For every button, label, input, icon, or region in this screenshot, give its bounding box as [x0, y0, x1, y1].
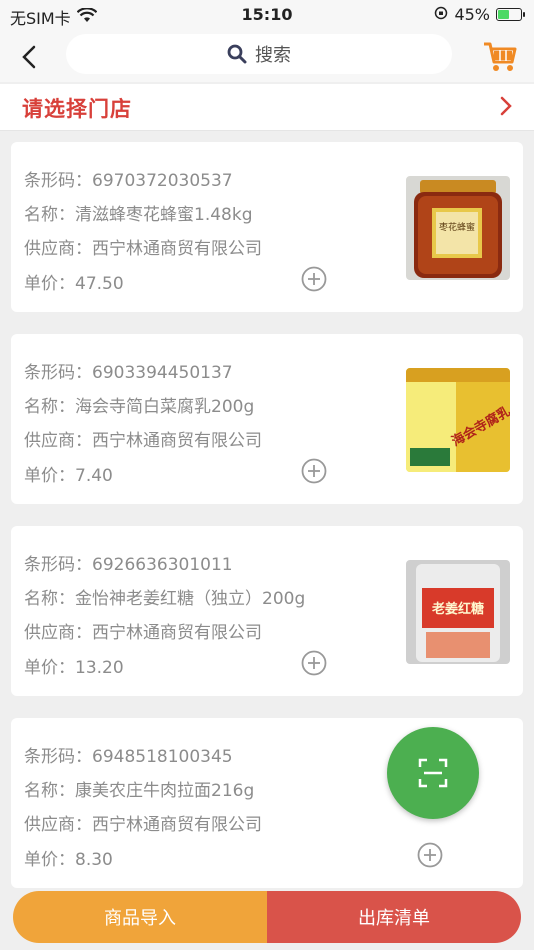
barcode-label: 条形码： [24, 363, 92, 383]
barcode-value: 6970372030537 [92, 171, 233, 191]
price-value: 13.20 [75, 658, 124, 678]
price-label: 单价： [24, 850, 75, 870]
barcode-row: 条形码：6903394450137 [24, 358, 233, 383]
back-button[interactable] [12, 40, 46, 74]
nav-bar: 搜索 [0, 30, 534, 82]
supplier-label: 供应商： [24, 431, 92, 451]
supplier-label: 供应商： [24, 239, 92, 259]
barcode-label: 条形码： [24, 747, 92, 767]
price-label: 单价： [24, 274, 75, 294]
product-name: 金怡神老姜红糖（独立）200g [75, 589, 306, 609]
name-label: 名称： [24, 781, 75, 801]
barcode-row: 条形码：6926636301011 [24, 550, 233, 575]
supplier-row: 供应商：西宁林通商贸有限公司 [24, 810, 262, 835]
name-label: 名称： [24, 397, 75, 417]
status-bar: 无SIM卡 15:10 45% [0, 0, 534, 30]
name-label: 名称： [24, 205, 75, 225]
product-image-tofu: 海会寺腐乳 [406, 368, 510, 472]
supplier-row: 供应商：西宁林通商贸有限公司 [24, 234, 262, 259]
product-name: 海会寺简白菜腐乳200g [75, 397, 255, 417]
supplier-value: 西宁林通商贸有限公司 [92, 239, 262, 259]
barcode-value: 6903394450137 [92, 363, 233, 383]
back-chevron-icon [22, 45, 36, 69]
search-label: 搜索 [255, 45, 291, 66]
scan-icon [418, 758, 448, 788]
store-selector-label: 请选择门店 [22, 97, 132, 121]
barcode-value: 6948518100345 [92, 747, 233, 767]
name-label: 名称： [24, 589, 75, 609]
price-row: 单价：7.40 [24, 461, 113, 486]
search-input[interactable]: 搜索 [66, 34, 452, 74]
add-icon[interactable] [417, 842, 443, 868]
barcode-row: 条形码：6970372030537 [24, 166, 233, 191]
product-card: 条形码：6926636301011 名称：金怡神老姜红糖（独立）200g 供应商… [11, 526, 523, 696]
product-card: 条形码：6903394450137 名称：海会寺简白菜腐乳200g 供应商：西宁… [11, 334, 523, 504]
battery-fill [498, 10, 509, 19]
store-selector[interactable]: 请选择门店 [0, 84, 534, 131]
supplier-label: 供应商： [24, 815, 92, 835]
product-card: 条形码：6970372030537 名称：清滋蜂枣花蜂蜜1.48kg 供应商：西… [11, 142, 523, 312]
price-label: 单价： [24, 466, 75, 486]
name-row: 名称：康美农庄牛肉拉面216g [24, 776, 254, 801]
price-row: 单价：13.20 [24, 653, 124, 678]
battery-icon [496, 8, 525, 21]
supplier-value: 西宁林通商贸有限公司 [92, 431, 262, 451]
supplier-value: 西宁林通商贸有限公司 [92, 623, 262, 643]
product-image-sugar: 老姜红糖 [406, 560, 510, 664]
supplier-label: 供应商： [24, 623, 92, 643]
supplier-row: 供应商：西宁林通商贸有限公司 [24, 618, 262, 643]
product-image-honey: 枣花蜂蜜 [406, 176, 510, 280]
chevron-right-icon [500, 96, 512, 116]
search-icon [227, 44, 247, 64]
barcode-value: 6926636301011 [92, 555, 233, 575]
outbound-list-button[interactable]: 出库清单 [267, 891, 521, 943]
barcode-label: 条形码： [24, 555, 92, 575]
price-value: 7.40 [75, 466, 113, 486]
name-row: 名称：清滋蜂枣花蜂蜜1.48kg [24, 200, 253, 225]
scan-button[interactable] [387, 727, 479, 819]
supplier-value: 西宁林通商贸有限公司 [92, 815, 262, 835]
sugar-label-text: 老姜红糖 [431, 601, 484, 617]
product-name: 清滋蜂枣花蜂蜜1.48kg [75, 205, 253, 225]
name-row: 名称：海会寺简白菜腐乳200g [24, 392, 254, 417]
status-right: 45% [434, 5, 525, 24]
price-row: 单价：8.30 [24, 845, 113, 870]
add-icon[interactable] [301, 650, 327, 676]
add-icon[interactable] [301, 266, 327, 292]
name-row: 名称：金怡神老姜红糖（独立）200g [24, 584, 305, 609]
battery-percent: 45% [454, 5, 490, 24]
product-name: 康美农庄牛肉拉面216g [75, 781, 255, 801]
honey-label-text: 枣花蜂蜜 [439, 221, 475, 233]
shopping-cart-icon [484, 42, 517, 71]
price-value: 47.50 [75, 274, 124, 294]
bottom-action-bar: 商品导入 出库清单 [13, 891, 521, 943]
supplier-row: 供应商：西宁林通商贸有限公司 [24, 426, 262, 451]
price-row: 单价：47.50 [24, 269, 124, 294]
orientation-lock-icon [434, 5, 448, 24]
barcode-row: 条形码：6948518100345 [24, 742, 233, 767]
import-products-button[interactable]: 商品导入 [13, 891, 267, 943]
price-value: 8.30 [75, 850, 113, 870]
price-label: 单价： [24, 658, 75, 678]
barcode-label: 条形码： [24, 171, 92, 191]
add-icon[interactable] [301, 458, 327, 484]
cart-button[interactable] [482, 38, 518, 74]
